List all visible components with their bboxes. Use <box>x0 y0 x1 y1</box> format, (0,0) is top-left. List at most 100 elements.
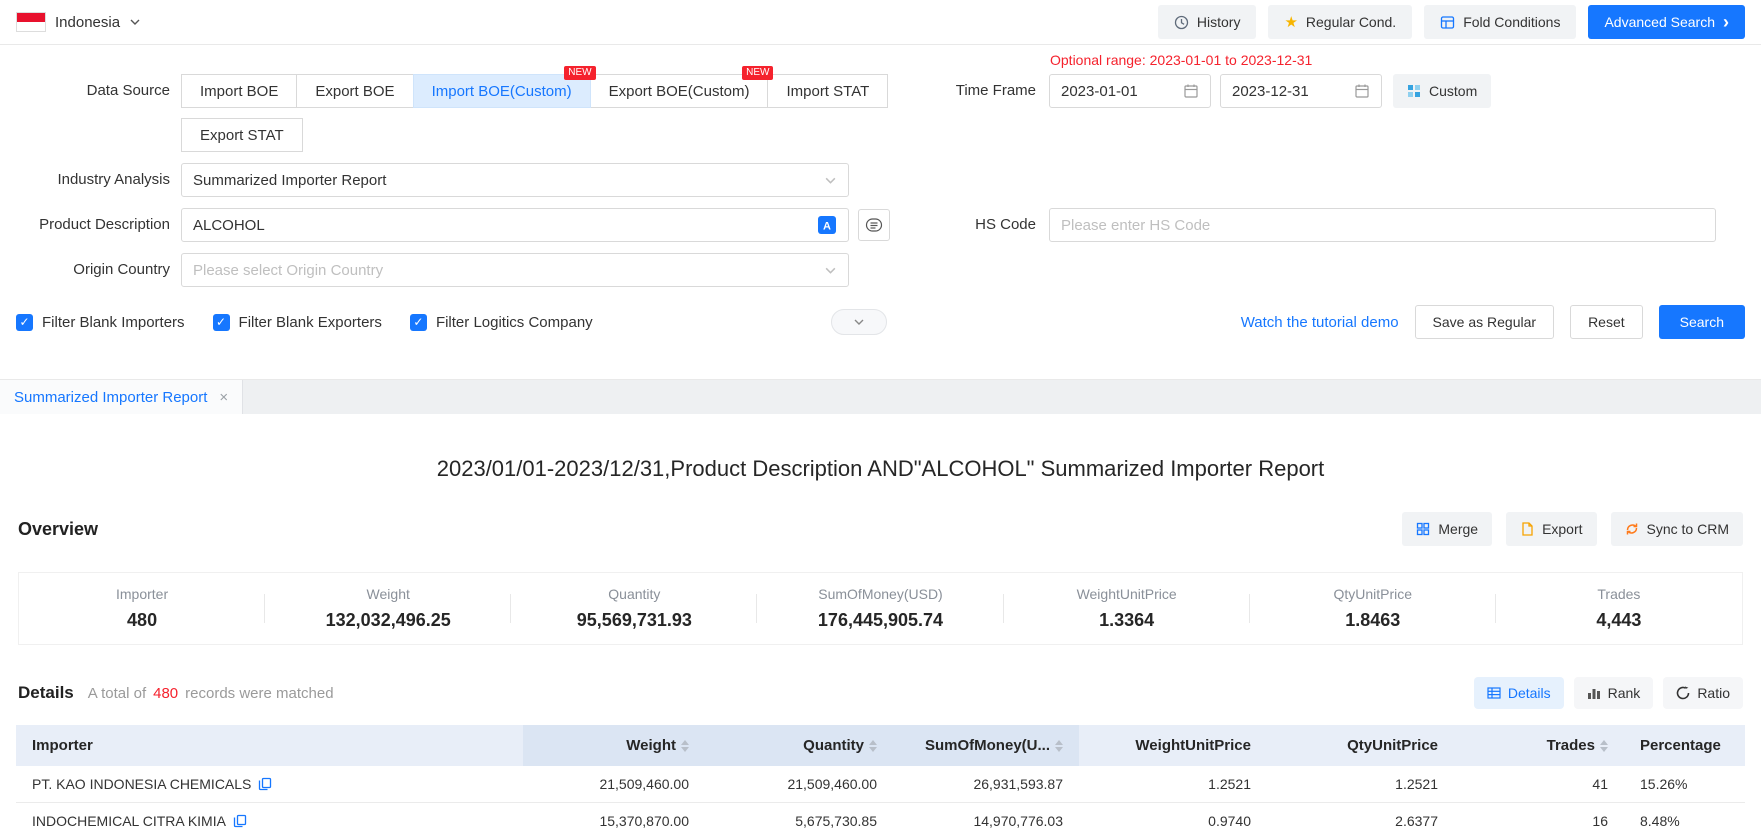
overview-header: Overview Merge Export Sync to CRM <box>0 512 1761 546</box>
sort-icon[interactable] <box>1055 740 1063 752</box>
tab-summarized-importer-report[interactable]: Summarized Importer Report × <box>0 380 243 414</box>
col-weight[interactable]: Weight <box>523 725 705 766</box>
regular-conditions-button[interactable]: ★ Regular Cond. <box>1268 5 1412 39</box>
data-source-import-stat[interactable]: Import STAT <box>767 74 888 108</box>
date-from-value: 2023-01-01 <box>1061 83 1138 100</box>
overview-title: Overview <box>18 519 98 540</box>
expand-conditions-button[interactable] <box>831 309 887 335</box>
date-from-input[interactable]: 2023-01-01 <box>1049 74 1211 108</box>
date-to-value: 2023-12-31 <box>1232 83 1309 100</box>
close-icon[interactable]: × <box>219 390 228 405</box>
stat-value: 4,443 <box>1496 610 1742 631</box>
history-label: History <box>1197 14 1241 30</box>
history-icon <box>1174 15 1189 30</box>
cell-importer: PT. KAO INDONESIA CHEMICALS <box>16 766 523 803</box>
chevron-down-icon <box>824 174 837 187</box>
col-importer: Importer <box>16 725 523 766</box>
filter-blank-importers-checkbox[interactable]: ✓ Filter Blank Importers <box>16 314 185 331</box>
col-quantity[interactable]: Quantity <box>705 725 893 766</box>
merge-button[interactable]: Merge <box>1402 512 1492 546</box>
date-to-input[interactable]: 2023-12-31 <box>1220 74 1382 108</box>
product-description-input[interactable]: ALCOHOL A <box>181 208 849 242</box>
fold-conditions-button[interactable]: Fold Conditions <box>1424 5 1576 39</box>
reset-button[interactable]: Reset <box>1570 305 1643 339</box>
industry-analysis-select[interactable]: Summarized Importer Report <box>181 163 849 197</box>
country-selector[interactable]: Indonesia <box>16 12 141 32</box>
table-header-row: Importer Weight Quantity SumOfMoney(U...… <box>16 725 1745 766</box>
merge-label: Merge <box>1438 521 1478 537</box>
stat-value: 176,445,905.74 <box>757 610 1003 631</box>
indonesia-flag-icon <box>16 12 46 32</box>
details-header: Details A total of480records were matche… <box>0 677 1761 709</box>
hs-code-input[interactable]: Please enter HS Code <box>1049 208 1716 242</box>
history-button[interactable]: History <box>1158 5 1257 39</box>
copy-icon[interactable] <box>233 814 247 828</box>
report-title: 2023/01/01-2023/12/31,Product Descriptio… <box>0 456 1761 482</box>
chevron-right-icon: › <box>1723 13 1729 31</box>
stat-label: Quantity <box>511 586 757 602</box>
details-title: Details <box>18 683 74 703</box>
ratio-circle-icon <box>1676 686 1690 700</box>
total-suffix: records were matched <box>185 685 333 702</box>
data-source-import-boe-custom[interactable]: Import BOE(Custom)NEW <box>413 74 591 108</box>
col-trades[interactable]: Trades <box>1454 725 1624 766</box>
col-weight-unit-price: WeightUnitPrice <box>1079 725 1267 766</box>
industry-analysis-value: Summarized Importer Report <box>193 172 386 189</box>
product-description-value: ALCOHOL <box>193 217 265 234</box>
data-source-import-boe[interactable]: Import BOE <box>181 74 297 108</box>
translate-icon[interactable]: A <box>817 215 837 235</box>
stat-weight-unit-price: WeightUnitPrice 1.3364 <box>1004 584 1250 633</box>
sort-icon[interactable] <box>681 740 689 752</box>
copy-icon[interactable] <box>258 777 272 791</box>
filter-blank-exporters-checkbox[interactable]: ✓ Filter Blank Exporters <box>213 314 382 331</box>
stat-label: WeightUnitPrice <box>1004 586 1250 602</box>
synonym-expand-button[interactable] <box>858 209 890 241</box>
save-as-regular-button[interactable]: Save as Regular <box>1415 305 1555 339</box>
cell-weight-unit-price: 0.9740 <box>1079 803 1267 838</box>
filter-logistics-company-checkbox[interactable]: ✓ Filter Logitics Company <box>410 314 593 331</box>
col-label: SumOfMoney(U... <box>925 737 1050 754</box>
custom-grid-icon <box>1407 84 1421 98</box>
tab-label: Summarized Importer Report <box>14 389 207 406</box>
stat-label: Importer <box>19 586 265 602</box>
topbar: Indonesia History ★ Regular Cond. Fold C… <box>0 0 1761 45</box>
optional-range-hint: Optional range: 2023-01-01 to 2023-12-31 <box>1050 52 1312 68</box>
importer-link[interactable]: INDOCHEMICAL CITRA KIMIA <box>32 813 247 829</box>
overview-stats-bar: Importer 480 Weight 132,032,496.25 Quant… <box>18 572 1743 645</box>
search-button[interactable]: Search <box>1659 305 1745 339</box>
cell-percentage: 15.26% <box>1624 766 1745 803</box>
new-badge: NEW <box>564 66 595 80</box>
new-badge: NEW <box>742 66 773 80</box>
view-details-button[interactable]: Details <box>1474 677 1564 709</box>
sync-icon <box>1625 522 1639 536</box>
ds-label: Import BOE(Custom) <box>432 83 572 100</box>
search-form: Optional range: 2023-01-01 to 2023-12-31… <box>0 45 1761 380</box>
importer-link[interactable]: PT. KAO INDONESIA CHEMICALS <box>32 776 272 792</box>
sync-to-crm-button[interactable]: Sync to CRM <box>1611 512 1743 546</box>
col-sum-of-money[interactable]: SumOfMoney(U... <box>893 725 1079 766</box>
stat-value: 480 <box>19 610 265 631</box>
custom-range-button[interactable]: Custom <box>1393 74 1491 108</box>
export-button[interactable]: Export <box>1506 512 1596 546</box>
calendar-icon <box>1354 83 1370 99</box>
chevron-down-icon <box>129 16 141 28</box>
data-source-export-boe-custom[interactable]: Export BOE(Custom)NEW <box>590 74 769 108</box>
origin-country-select[interactable]: Please select Origin Country <box>181 253 849 287</box>
checkbox-checked-icon: ✓ <box>213 314 230 331</box>
view-ratio-button[interactable]: Ratio <box>1663 677 1743 709</box>
view-rank-button[interactable]: Rank <box>1574 677 1654 709</box>
stat-label: SumOfMoney(USD) <box>757 586 1003 602</box>
sort-icon[interactable] <box>869 740 877 752</box>
cell-sum: 14,970,776.03 <box>893 803 1079 838</box>
tutorial-demo-link[interactable]: Watch the tutorial demo <box>1241 314 1399 331</box>
details-table: Importer Weight Quantity SumOfMoney(U...… <box>16 725 1745 838</box>
advanced-search-button[interactable]: Advanced Search › <box>1588 5 1745 39</box>
data-source-group: Import BOE Export BOE Import BOE(Custom)… <box>181 74 888 108</box>
data-source-export-boe[interactable]: Export BOE <box>296 74 413 108</box>
hs-code-placeholder: Please enter HS Code <box>1061 217 1210 234</box>
regular-label: Regular Cond. <box>1306 14 1396 30</box>
data-source-export-stat[interactable]: Export STAT <box>181 118 303 152</box>
checkbox-checked-icon: ✓ <box>410 314 427 331</box>
cell-quantity: 5,675,730.85 <box>705 803 893 838</box>
sort-icon[interactable] <box>1600 740 1608 752</box>
